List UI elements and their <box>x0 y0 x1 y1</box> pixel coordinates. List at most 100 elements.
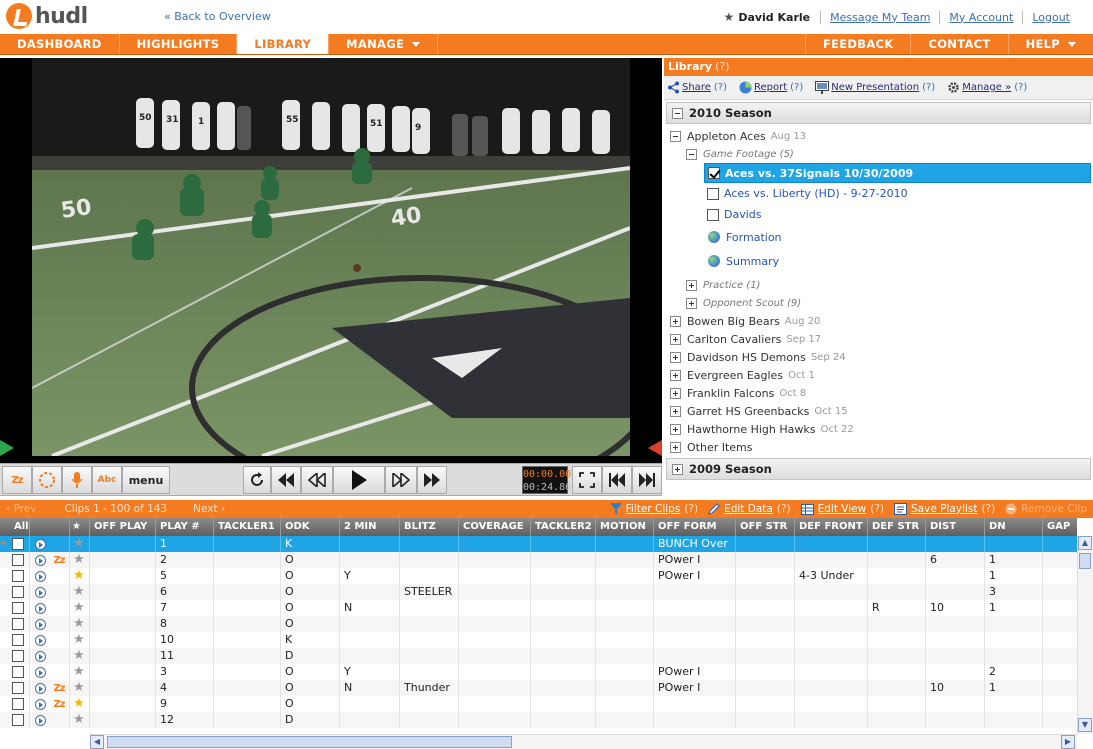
grid-cell[interactable] <box>531 616 596 632</box>
collapse-icon[interactable] <box>686 148 697 160</box>
play-button[interactable] <box>333 466 385 494</box>
play-clip-icon[interactable] <box>35 698 46 710</box>
grid-cell[interactable] <box>459 696 531 712</box>
grid-cell[interactable]: O <box>281 680 340 696</box>
column-header[interactable]: GAP <box>1043 518 1077 536</box>
grid-cell[interactable] <box>90 568 156 584</box>
grid-cell[interactable] <box>400 648 459 664</box>
grid-cell[interactable] <box>868 648 926 664</box>
report-help[interactable]: (?) <box>790 82 803 93</box>
player-menu-button[interactable]: menu <box>122 466 170 494</box>
hudl-logo[interactable]: hudl <box>6 3 88 29</box>
grid-cell[interactable]: 9 <box>156 696 214 712</box>
table-row[interactable]: Zz ★ 2 O POwer I 61 <box>0 552 1077 568</box>
scroll-left-icon[interactable]: ◀ <box>90 735 104 749</box>
expand-icon[interactable] <box>670 423 681 435</box>
horizontal-scroll-thumb[interactable] <box>107 736 512 748</box>
grid-cell[interactable]: 2 <box>985 664 1043 680</box>
play-clip-icon[interactable] <box>35 602 46 614</box>
grid-cell[interactable] <box>596 552 654 568</box>
grid-cell[interactable]: 2 <box>156 552 214 568</box>
column-header[interactable]: TACKLER2 <box>531 518 596 536</box>
table-row[interactable]: Zz ★ 4 O N Thunder POwer I 10 1 <box>0 680 1077 696</box>
grid-cell[interactable] <box>1043 600 1077 616</box>
grid-cell[interactable] <box>90 552 156 568</box>
grid-cell[interactable] <box>736 568 795 584</box>
grid-cell[interactable]: POwer I <box>654 552 736 568</box>
grid-cell[interactable] <box>985 536 1043 552</box>
grid-cell[interactable]: 6 <box>156 584 214 600</box>
table-row[interactable]: ★ 12 D <box>0 712 1077 728</box>
grid-cell[interactable] <box>795 648 868 664</box>
grid-cell[interactable]: O <box>281 568 340 584</box>
grid-cell[interactable] <box>926 616 985 632</box>
grid-cell[interactable] <box>459 568 531 584</box>
clip-item[interactable]: Davids <box>664 204 1093 225</box>
play-clip-icon[interactable] <box>35 570 46 582</box>
grid-cell[interactable] <box>459 664 531 680</box>
column-header-star[interactable]: ★ <box>70 518 90 536</box>
grid-cell[interactable] <box>596 712 654 728</box>
row-star-cell[interactable]: ★ <box>70 696 90 712</box>
grid-cell[interactable] <box>654 584 736 600</box>
grid-cell[interactable] <box>400 712 459 728</box>
clip-item[interactable]: Aces vs. Liberty (HD) - 9-27-2010 <box>664 183 1093 204</box>
grid-cell[interactable]: O <box>281 696 340 712</box>
grid-cell[interactable] <box>340 712 400 728</box>
nav-library[interactable]: LIBRARY <box>237 34 330 54</box>
grid-cell[interactable] <box>795 632 868 648</box>
play-clip-icon[interactable] <box>35 666 46 678</box>
grid-cell[interactable] <box>340 696 400 712</box>
grid-cell[interactable] <box>90 632 156 648</box>
grid-cell[interactable] <box>1043 664 1077 680</box>
filter-clips-link[interactable]: Filter Clips <box>626 503 681 515</box>
grid-cell[interactable]: 10 <box>156 632 214 648</box>
telestrate-tool-button[interactable]: Zz <box>2 466 32 494</box>
grid-cell[interactable]: O <box>281 664 340 680</box>
row-checkbox[interactable] <box>12 698 24 710</box>
grid-cell[interactable]: 11 <box>156 648 214 664</box>
grid-cell[interactable]: K <box>281 536 340 552</box>
grid-cell[interactable] <box>214 552 281 568</box>
clip-checkbox[interactable] <box>708 167 720 179</box>
grid-cell[interactable] <box>340 536 400 552</box>
column-header[interactable]: TACKLER1 <box>214 518 281 536</box>
play-clip-icon[interactable] <box>35 650 46 662</box>
row-star-cell[interactable]: ★ <box>70 632 90 648</box>
grid-cell[interactable] <box>868 536 926 552</box>
grid-cell[interactable] <box>531 632 596 648</box>
report-item-summary[interactable]: Summary <box>664 249 1093 273</box>
expand-icon[interactable] <box>686 297 697 309</box>
grid-cell[interactable] <box>736 664 795 680</box>
back-to-overview-link[interactable]: « Back to Overview <box>164 10 271 23</box>
share-link[interactable]: Share <box>682 82 711 93</box>
grid-cell[interactable] <box>90 680 156 696</box>
row-checkbox[interactable] <box>12 554 24 566</box>
grid-cell[interactable]: 7 <box>156 600 214 616</box>
vertical-scrollbar[interactable]: ▲ ▼ <box>1077 536 1093 734</box>
clip-end-marker-icon[interactable] <box>644 440 662 456</box>
grid-cell[interactable] <box>400 552 459 568</box>
grid-cell[interactable] <box>985 696 1043 712</box>
grid-cell[interactable] <box>985 648 1043 664</box>
table-row[interactable]: ★ 10 K <box>0 632 1077 648</box>
grid-cell[interactable] <box>400 664 459 680</box>
grid-cell[interactable]: N <box>340 680 400 696</box>
expand-icon[interactable] <box>670 333 681 345</box>
report-item-formation[interactable]: Formation <box>664 225 1093 249</box>
row-checkbox[interactable] <box>12 666 24 678</box>
grid-cell[interactable] <box>1043 632 1077 648</box>
clip-checkbox[interactable] <box>707 187 719 200</box>
star-outline-icon[interactable]: ★ <box>73 616 85 631</box>
edit-data-link[interactable]: Edit Data <box>724 503 773 515</box>
grid-cell[interactable] <box>214 616 281 632</box>
row-star-cell[interactable]: ★ <box>70 568 90 584</box>
grid-cell[interactable] <box>596 536 654 552</box>
grid-cell[interactable] <box>736 680 795 696</box>
grid-cell[interactable] <box>459 680 531 696</box>
grid-cell[interactable]: D <box>281 648 340 664</box>
grid-cell[interactable] <box>596 680 654 696</box>
grid-cell[interactable] <box>459 584 531 600</box>
opponent-scout-folder[interactable]: Opponent Scout (9) <box>664 294 1093 312</box>
grid-cell[interactable] <box>459 536 531 552</box>
